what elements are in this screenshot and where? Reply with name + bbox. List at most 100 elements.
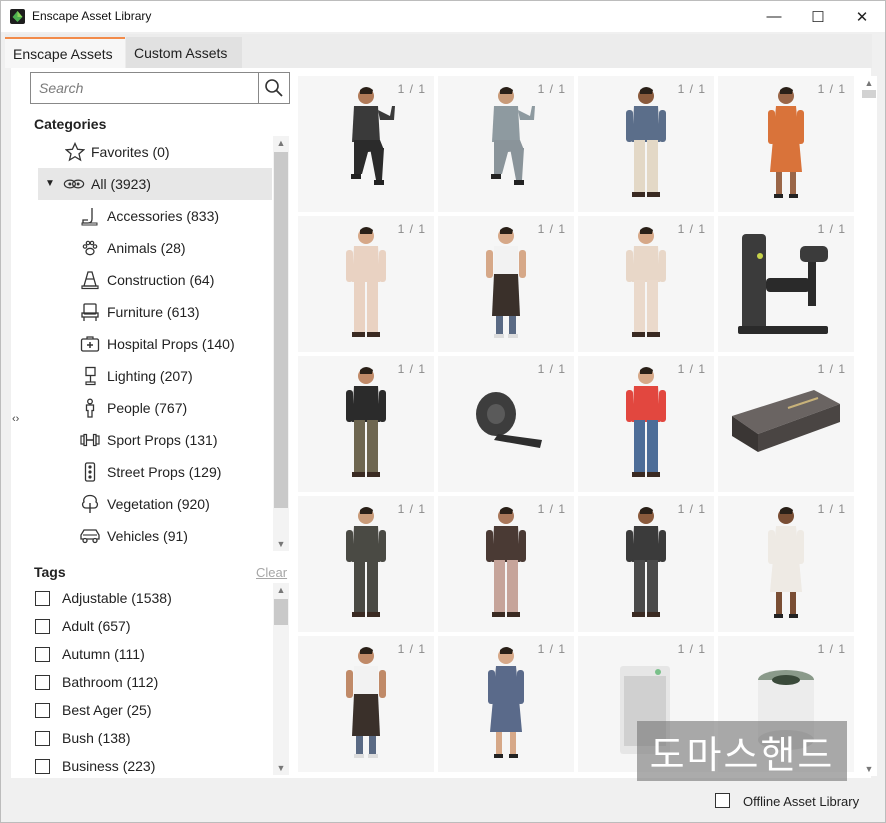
category-people[interactable]: People (767) bbox=[38, 392, 272, 424]
asset-variant-count: 1 / 1 bbox=[537, 362, 566, 376]
asset-tile[interactable]: 1 / 1 bbox=[438, 636, 574, 772]
asset-variant-count: 1 / 1 bbox=[677, 502, 706, 516]
tag-checkbox[interactable] bbox=[35, 674, 50, 690]
tag-checkbox[interactable] bbox=[35, 702, 50, 718]
tag-checkbox[interactable] bbox=[35, 730, 50, 746]
tag-checkbox[interactable] bbox=[35, 618, 50, 634]
tag-checkbox[interactable] bbox=[35, 646, 50, 662]
category-animals[interactable]: Animals (28) bbox=[38, 232, 272, 264]
asset-tile[interactable]: 1 / 1 bbox=[298, 636, 434, 772]
category-label: Accessories (833) bbox=[107, 208, 220, 224]
asset-tile[interactable]: 1 / 1 bbox=[718, 216, 854, 352]
asset-tile[interactable]: 1 / 1 bbox=[298, 76, 434, 212]
category-accessories[interactable]: Accessories (833) bbox=[38, 200, 272, 232]
category-sport-props[interactable]: Sport Props (131) bbox=[38, 424, 272, 456]
asset-variant-count: 1 / 1 bbox=[537, 222, 566, 236]
tags-heading: Tags bbox=[34, 564, 66, 580]
search-input[interactable] bbox=[39, 79, 249, 97]
asset-variant-count: 1 / 1 bbox=[817, 502, 846, 516]
maximize-icon: ☐ bbox=[811, 8, 825, 26]
tag-row[interactable]: Autumn (111) bbox=[30, 640, 272, 668]
asset-variant-count: 1 / 1 bbox=[397, 222, 426, 236]
category-street-props[interactable]: Street Props (129) bbox=[38, 456, 272, 488]
scroll-up-icon[interactable]: ▲ bbox=[273, 136, 289, 150]
tag-row[interactable]: Bush (138) bbox=[30, 724, 272, 752]
category-label: Vehicles (91) bbox=[107, 528, 188, 544]
category-label: Construction (64) bbox=[107, 272, 215, 288]
tag-row[interactable]: Bathroom (112) bbox=[30, 668, 272, 696]
asset-thumbnail bbox=[626, 507, 666, 617]
scroll-up-icon[interactable]: ▲ bbox=[273, 583, 289, 597]
medical-case-icon bbox=[79, 333, 101, 355]
scroll-down-icon[interactable]: ▼ bbox=[861, 762, 877, 776]
asset-tile[interactable]: 1 / 1 bbox=[298, 356, 434, 492]
tag-label: Bush (138) bbox=[62, 730, 131, 746]
all-icon bbox=[63, 173, 85, 195]
paw-icon bbox=[79, 237, 101, 259]
tag-row[interactable]: Best Ager (25) bbox=[30, 696, 272, 724]
title-bar[interactable]: Enscape Asset Library — ☐ ✕ bbox=[1, 1, 885, 32]
category-construction[interactable]: Construction (64) bbox=[38, 264, 272, 296]
asset-grid-scrollbar-thumb[interactable] bbox=[862, 90, 876, 98]
close-button[interactable]: ✕ bbox=[839, 1, 885, 32]
expand-arrow-icon[interactable]: ▼ bbox=[45, 178, 55, 189]
asset-tile[interactable]: 1 / 1 bbox=[578, 216, 714, 352]
category-vehicles[interactable]: Vehicles (91) bbox=[38, 520, 272, 551]
asset-tile[interactable]: 1 / 1 bbox=[578, 76, 714, 212]
asset-thumbnail bbox=[738, 234, 828, 334]
tab-enscape-assets[interactable]: Enscape Assets bbox=[5, 37, 125, 68]
asset-variant-count: 1 / 1 bbox=[677, 642, 706, 656]
asset-variant-count: 1 / 1 bbox=[677, 362, 706, 376]
tab-custom-assets[interactable]: Custom Assets bbox=[126, 37, 242, 68]
asset-tile[interactable]: 1 / 1 bbox=[298, 496, 434, 632]
asset-tile[interactable]: 1 / 1 bbox=[578, 496, 714, 632]
asset-grid-scrollbar[interactable]: ▲ ▼ bbox=[861, 76, 877, 776]
asset-thumbnail bbox=[768, 87, 804, 198]
category-favorites[interactable]: Favorites (0) bbox=[38, 136, 272, 168]
category-scrollbar[interactable]: ▲ ▼ bbox=[273, 136, 289, 551]
asset-tile[interactable]: 1 / 1 bbox=[718, 76, 854, 212]
tag-row[interactable]: Adult (657) bbox=[30, 612, 272, 640]
tag-checkbox[interactable] bbox=[35, 758, 50, 774]
tag-row[interactable]: Business (223) bbox=[30, 752, 272, 775]
tag-row[interactable]: Adjustable (1538) bbox=[30, 584, 272, 612]
asset-tile[interactable]: 1 / 1 bbox=[718, 356, 854, 492]
category-vegetation[interactable]: Vegetation (920) bbox=[38, 488, 272, 520]
asset-thumbnail bbox=[486, 227, 526, 338]
clear-tags-link[interactable]: Clear bbox=[256, 565, 287, 580]
scroll-down-icon[interactable]: ▼ bbox=[273, 537, 289, 551]
scroll-down-icon[interactable]: ▼ bbox=[273, 761, 289, 775]
asset-tile[interactable]: 1 / 1 bbox=[718, 496, 854, 632]
offline-library-checkbox[interactable] bbox=[715, 793, 730, 808]
asset-library-window: Enscape Asset Library — ☐ ✕ Enscape Asse… bbox=[0, 0, 886, 823]
asset-tile[interactable]: 1 / 1 bbox=[578, 356, 714, 492]
search-button[interactable] bbox=[258, 72, 290, 104]
accessories-icon bbox=[79, 205, 101, 227]
category-scrollbar-thumb[interactable] bbox=[274, 152, 288, 508]
asset-thumbnail bbox=[732, 390, 840, 452]
category-label: Hospital Props (140) bbox=[107, 336, 235, 352]
maximize-button[interactable]: ☐ bbox=[795, 1, 841, 32]
asset-thumbnail bbox=[351, 87, 395, 185]
asset-thumbnail bbox=[768, 507, 804, 618]
minimize-button[interactable]: — bbox=[751, 1, 797, 32]
tag-scrollbar-thumb[interactable] bbox=[274, 599, 288, 625]
asset-thumbnail bbox=[488, 647, 524, 758]
category-furniture[interactable]: Furniture (613) bbox=[38, 296, 272, 328]
asset-tile[interactable]: 1 / 1 bbox=[438, 496, 574, 632]
chair-icon bbox=[79, 301, 101, 323]
tag-checkbox[interactable] bbox=[35, 590, 50, 606]
asset-tile[interactable]: 1 / 1 bbox=[438, 76, 574, 212]
asset-tile[interactable]: 1 / 1 bbox=[438, 216, 574, 352]
category-hospital-props[interactable]: Hospital Props (140) bbox=[38, 328, 272, 360]
asset-tile[interactable]: 1 / 1 bbox=[438, 356, 574, 492]
category-lighting[interactable]: Lighting (207) bbox=[38, 360, 272, 392]
asset-tile[interactable]: 1 / 1 bbox=[298, 216, 434, 352]
scroll-up-icon[interactable]: ▲ bbox=[861, 76, 877, 90]
collapse-panel-handle-icon[interactable]: ‹› bbox=[12, 413, 19, 425]
category-all[interactable]: ▼ All (3923) bbox=[38, 168, 272, 200]
search-field[interactable] bbox=[30, 72, 260, 104]
tag-label: Adjustable (1538) bbox=[62, 590, 172, 606]
tag-scrollbar[interactable]: ▲ ▼ bbox=[273, 583, 289, 775]
asset-thumbnail bbox=[346, 367, 386, 477]
